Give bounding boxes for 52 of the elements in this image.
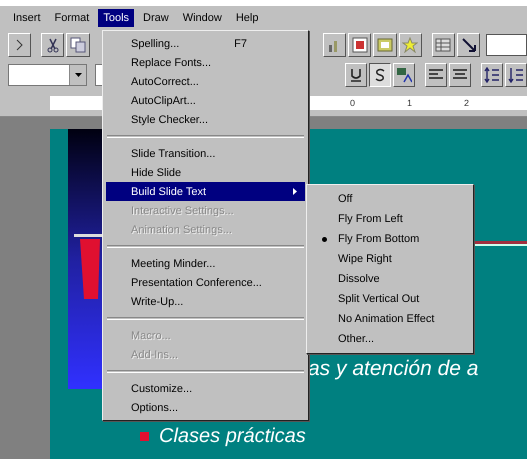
arrow-icon — [460, 37, 477, 53]
menu-item[interactable]: Tools — [98, 9, 134, 27]
menu-item[interactable]: No Animation Effect — [310, 309, 470, 329]
menu-item[interactable]: Build Slide Text — [106, 182, 305, 201]
menu-item[interactable]: Presentation Conference... — [106, 273, 305, 292]
shadow-icon — [374, 68, 386, 82]
menu-item[interactable]: Format — [50, 9, 94, 27]
menu-item[interactable]: Fly From Bottom — [310, 229, 470, 249]
menu-item[interactable]: Meeting Minder... — [106, 254, 305, 273]
caret-icon — [74, 73, 82, 77]
ruler-label: 2 — [464, 97, 470, 110]
menu-item[interactable]: Draw — [138, 9, 174, 27]
menu-item[interactable]: Write-Up... — [106, 292, 305, 311]
star-icon — [402, 37, 418, 53]
frame-icon — [376, 37, 393, 53]
menu-item[interactable]: Insert — [8, 9, 46, 27]
radio-dot-icon — [322, 236, 326, 242]
menu-item[interactable]: Split Vertical Out — [310, 289, 470, 309]
menu-item[interactable]: Other... — [310, 329, 470, 349]
menu-item[interactable]: Replace Fonts... — [106, 53, 305, 72]
menu-item[interactable]: Off — [310, 189, 470, 209]
table-icon — [435, 37, 452, 53]
menu-item[interactable]: Wipe Right — [310, 249, 470, 269]
spacing-icon — [484, 67, 500, 83]
menu-item[interactable]: Slide Transition... — [106, 144, 305, 163]
slide-text: Clases prácticas — [159, 425, 306, 448]
scissors-icon — [44, 37, 61, 53]
menu-item[interactable]: Options... — [106, 398, 305, 417]
underline-icon — [350, 68, 362, 82]
ruler-label: 1 — [407, 97, 412, 110]
menu-item[interactable]: Fly From Left — [310, 209, 470, 229]
spacing-icon — [508, 67, 524, 83]
copy-icon — [70, 37, 86, 53]
menu-item[interactable]: Help — [230, 9, 264, 27]
menu-item[interactable]: Window — [178, 9, 227, 27]
ruler-label: 0 — [350, 97, 356, 110]
align-left-icon — [428, 68, 444, 82]
color-icon — [396, 67, 412, 83]
menu-item[interactable]: AutoCorrect... — [106, 72, 305, 91]
zoom-field[interactable] — [486, 34, 527, 56]
toolbar-button[interactable] — [369, 63, 392, 87]
menu-item[interactable]: AutoClipArt... — [106, 91, 305, 110]
picture-icon — [352, 37, 368, 53]
menu-item[interactable]: Style Checker... — [106, 110, 305, 129]
dropdown-button[interactable] — [69, 65, 86, 85]
bullet-icon — [140, 432, 149, 441]
menu-item[interactable]: Customize... — [106, 379, 305, 398]
menu-item[interactable]: Spelling... F7 — [106, 34, 305, 53]
font-field[interactable] — [8, 64, 87, 86]
menu-item[interactable]: Dissolve — [310, 269, 470, 289]
menu-item[interactable]: Hide Slide — [106, 163, 305, 182]
align-center-icon — [452, 68, 468, 82]
